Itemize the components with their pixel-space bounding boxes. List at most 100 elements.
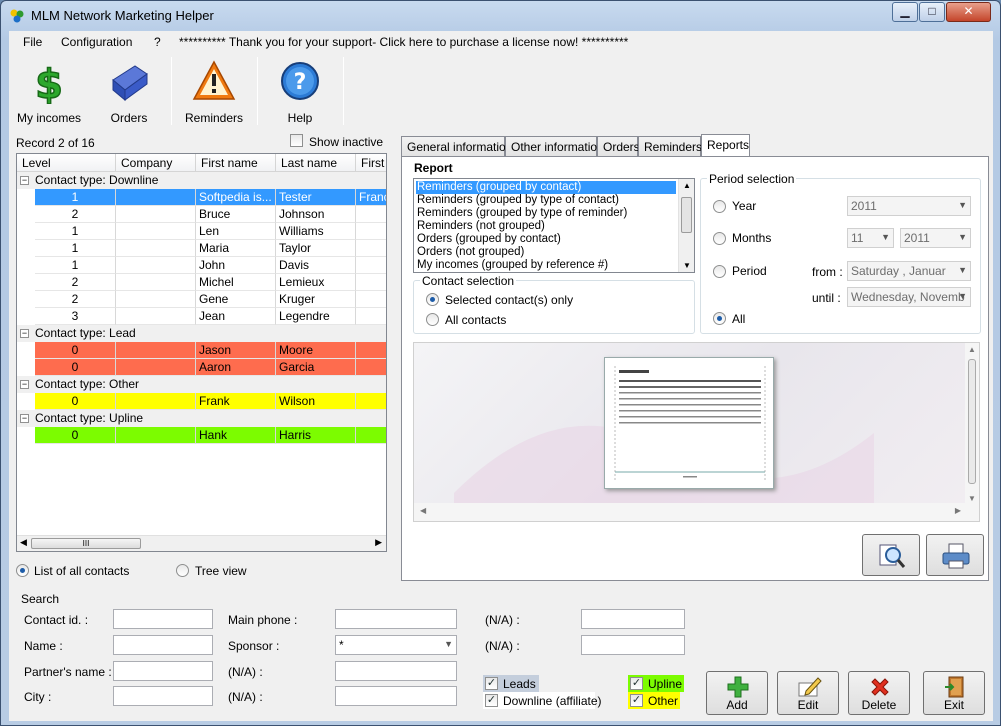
preview-scroll-thumb[interactable]: [968, 359, 976, 484]
city-field[interactable]: [113, 686, 213, 706]
scroll-down-icon[interactable]: ▼: [968, 494, 976, 503]
table-row[interactable]: 2 Michel Lemieux: [35, 274, 386, 291]
year-select[interactable]: 2011 ▼: [847, 196, 971, 216]
menu-configuration[interactable]: Configuration: [61, 35, 132, 49]
tab-orders[interactable]: Orders: [597, 136, 640, 156]
collapse-toggle-icon[interactable]: −: [20, 414, 29, 423]
report-list[interactable]: Reminders (grouped by contact) Reminders …: [413, 178, 695, 273]
months-radio[interactable]: [713, 232, 726, 245]
scroll-right-icon[interactable]: ▶: [375, 537, 382, 548]
collapse-toggle-icon[interactable]: −: [20, 329, 29, 338]
reminders-button[interactable]: Reminders: [179, 55, 249, 127]
report-list-item[interactable]: Orders (not grouped): [416, 246, 676, 259]
period-radio[interactable]: [713, 265, 726, 278]
table-row[interactable]: 0 Hank Harris: [35, 427, 386, 444]
delete-button[interactable]: Delete: [848, 671, 910, 715]
table-row[interactable]: 0 Jason Moore: [35, 342, 386, 359]
scroll-right-icon[interactable]: ▶: [955, 506, 961, 515]
na-field-1[interactable]: [335, 661, 457, 681]
cell-first: John: [196, 257, 276, 274]
table-row[interactable]: 1 Maria Taylor: [35, 240, 386, 257]
upline-checkbox[interactable]: ✓: [630, 677, 643, 690]
table-row[interactable]: 0 Aaron Garcia: [35, 359, 386, 376]
report-list-item[interactable]: Reminders (grouped by contact): [416, 181, 676, 194]
year-radio[interactable]: [713, 200, 726, 213]
all-contacts-radio[interactable]: [426, 313, 439, 326]
na-field-2[interactable]: [335, 686, 457, 706]
table-row[interactable]: 2 Gene Kruger: [35, 291, 386, 308]
sponsor-select[interactable]: * ▼: [335, 635, 457, 655]
maximize-button[interactable]: □: [919, 2, 945, 22]
scroll-up-icon[interactable]: ▲: [683, 181, 691, 190]
scroll-left-icon[interactable]: ◀: [20, 537, 27, 548]
my-incomes-button[interactable]: $ My incomes: [11, 55, 87, 127]
month-select[interactable]: 11 ▼: [847, 228, 894, 248]
until-date-picker[interactable]: Wednesday, Novemb ▼: [847, 287, 971, 307]
table-row[interactable]: 1 Len Williams: [35, 223, 386, 240]
cell-company: [116, 342, 196, 359]
edit-button[interactable]: Edit: [777, 671, 839, 715]
group-header[interactable]: − Contact type: Lead: [17, 325, 386, 342]
scroll-down-icon[interactable]: ▼: [683, 261, 691, 270]
list-view-radio[interactable]: [16, 564, 29, 577]
exit-button[interactable]: Exit: [923, 671, 985, 715]
na-field-3[interactable]: [581, 609, 685, 629]
group-header[interactable]: − Contact type: Downline: [17, 172, 386, 189]
group-header[interactable]: − Contact type: Upline: [17, 410, 386, 427]
tab-reports[interactable]: Reports: [701, 134, 750, 157]
help-button[interactable]: ? Help: [265, 55, 335, 127]
license-link[interactable]: ********** Thank you for your support- C…: [179, 35, 628, 49]
tab-other-information[interactable]: Other information: [505, 136, 604, 156]
report-list-scrollbar[interactable]: ▲ ▼: [678, 179, 694, 272]
report-list-item[interactable]: Reminders (not grouped): [416, 220, 676, 233]
scroll-up-icon[interactable]: ▲: [968, 345, 976, 354]
downline-checkbox[interactable]: ✓: [485, 694, 498, 707]
report-list-item[interactable]: My incomes (grouped by reference #): [416, 259, 676, 272]
other-checkbox[interactable]: ✓: [630, 694, 643, 707]
table-row[interactable]: 2 Bruce Johnson: [35, 206, 386, 223]
name-field[interactable]: [113, 635, 213, 655]
contact-id-field[interactable]: [113, 609, 213, 629]
tab-general-information[interactable]: General information: [401, 136, 512, 156]
show-inactive-checkbox[interactable]: [290, 134, 303, 147]
print-report-button[interactable]: [926, 534, 984, 576]
menu-help[interactable]: ?: [154, 35, 161, 49]
menu-file[interactable]: File: [23, 35, 42, 49]
tree-view-radio[interactable]: [176, 564, 189, 577]
preview-vertical-scrollbar[interactable]: ▲ ▼: [965, 343, 979, 505]
table-row[interactable]: 1 Softpedia is... Tester Franc: [35, 189, 386, 206]
report-list-item[interactable]: Orders (grouped by contact): [416, 233, 676, 246]
collapse-toggle-icon[interactable]: −: [20, 380, 29, 389]
orders-button[interactable]: Orders: [99, 55, 159, 127]
report-list-item[interactable]: Reminders (grouped by type of contact): [416, 194, 676, 207]
column-header-company[interactable]: Company: [116, 154, 196, 172]
close-button[interactable]: ✕: [946, 2, 991, 22]
main-phone-field[interactable]: [335, 609, 457, 629]
collapse-toggle-icon[interactable]: −: [20, 176, 29, 185]
preview-horizontal-scrollbar[interactable]: ◀ ▶: [414, 503, 979, 521]
column-header-last-name[interactable]: Last name: [276, 154, 356, 172]
column-header-level[interactable]: Level: [17, 154, 116, 172]
from-date-picker[interactable]: Saturday , Januar ▼: [847, 261, 971, 281]
group-header[interactable]: − Contact type: Other: [17, 376, 386, 393]
partner-name-field[interactable]: [113, 661, 213, 681]
report-scroll-thumb[interactable]: [681, 197, 692, 233]
table-row[interactable]: 3 Jean Legendre: [35, 308, 386, 325]
horizontal-scrollbar[interactable]: ◀ III ▶: [17, 535, 386, 551]
minimize-button[interactable]: ▁: [892, 2, 918, 22]
table-row[interactable]: 1 John Davis: [35, 257, 386, 274]
report-list-item[interactable]: Reminders (grouped by type of reminder): [416, 207, 676, 220]
add-button[interactable]: Add: [706, 671, 768, 715]
scroll-left-icon[interactable]: ◀: [420, 506, 426, 515]
table-row[interactable]: 0 Frank Wilson: [35, 393, 386, 410]
column-header-first-name[interactable]: First name: [196, 154, 276, 172]
preview-report-button[interactable]: [862, 534, 920, 576]
na-field-4[interactable]: [581, 635, 685, 655]
column-header-first[interactable]: First: [356, 154, 386, 172]
leads-checkbox[interactable]: ✓: [485, 677, 498, 690]
scroll-thumb[interactable]: III: [31, 538, 141, 549]
selected-contacts-radio[interactable]: [426, 293, 439, 306]
all-period-radio[interactable]: [713, 312, 726, 325]
month-year-select[interactable]: 2011 ▼: [900, 228, 971, 248]
tab-reminders[interactable]: Reminders: [638, 136, 702, 156]
